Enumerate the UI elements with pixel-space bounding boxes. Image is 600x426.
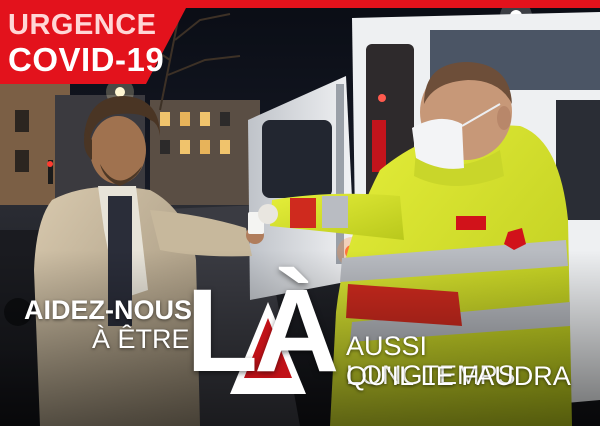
slogan-right-line2: QU'IL LE FAUDRA bbox=[346, 361, 571, 391]
banner-line-covid: COVID-19 bbox=[8, 41, 165, 78]
slogan-left-line1: AIDEZ-NOUS bbox=[24, 295, 192, 325]
banner-line-urgence: URGENCE bbox=[8, 9, 157, 41]
slogan-emphasis: LÀ bbox=[186, 265, 339, 397]
slogan-left-line2: À ÊTRE bbox=[92, 324, 190, 354]
campaign-visual: URGENCE COVID-19 AIDEZ-NOUS À ÊTRE LÀ AU… bbox=[0, 0, 600, 426]
